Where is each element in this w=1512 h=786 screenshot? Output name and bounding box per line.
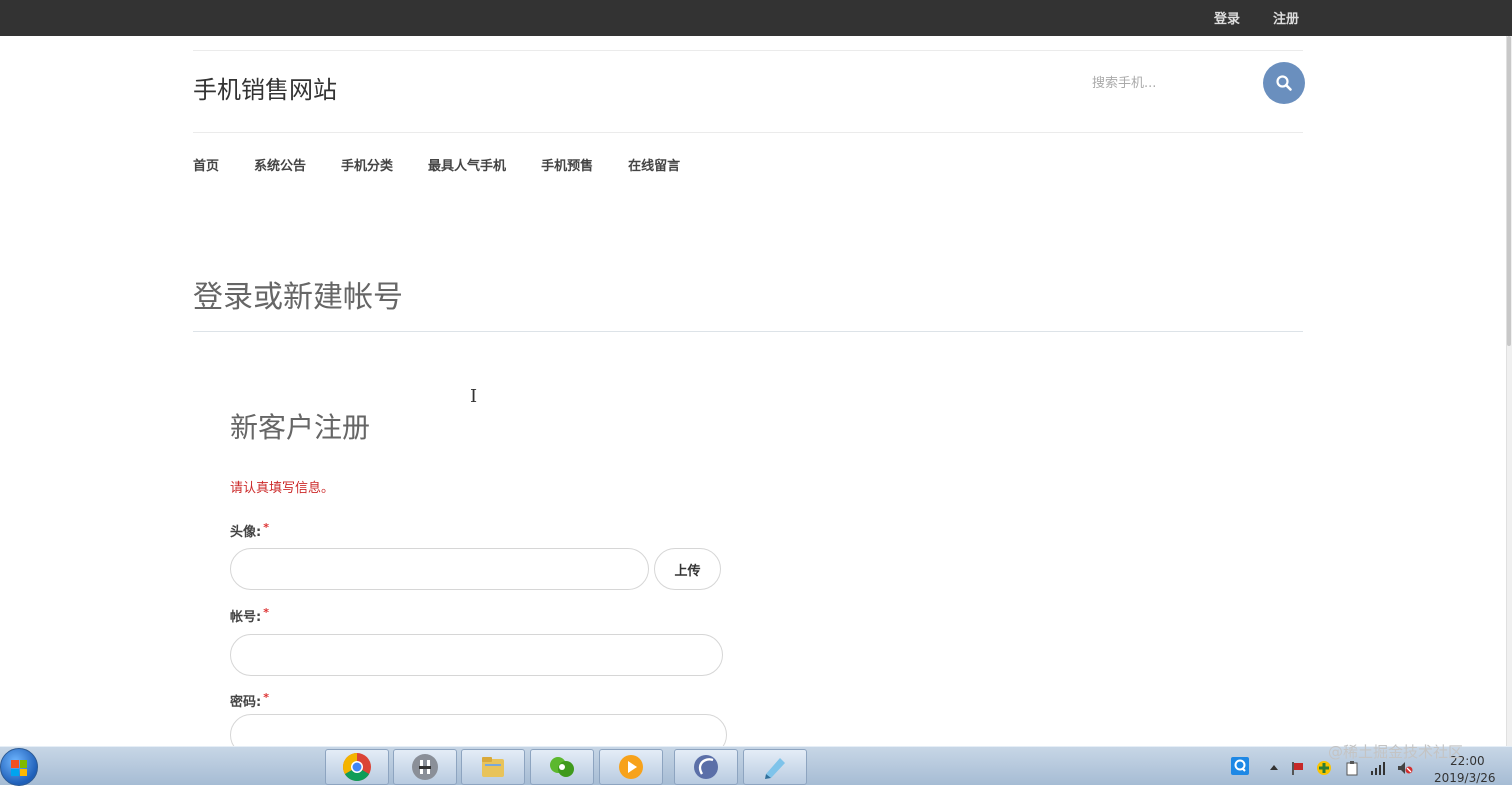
tool-app-icon (412, 754, 438, 780)
main-nav: 首页 系统公告 手机分类 最具人气手机 手机预售 在线留言 (193, 155, 715, 174)
header-bottom-divider (193, 132, 1303, 133)
required-mark: * (263, 521, 269, 534)
password-label-text: 密码: (230, 695, 262, 710)
green-app-icon (550, 757, 574, 777)
text-cursor-icon: I (470, 386, 478, 407)
security-tray-icon[interactable] (1316, 760, 1332, 776)
search-input[interactable] (1086, 64, 1256, 102)
top-bar: 登录 注册 (0, 0, 1512, 36)
title-divider (193, 331, 1303, 332)
form-title: 新客户注册 (230, 411, 371, 444)
windows-logo-icon (11, 760, 27, 776)
chrome-icon (343, 753, 371, 781)
upload-button[interactable]: 上传 (654, 548, 721, 590)
editor-icon (765, 758, 785, 779)
nav-categories[interactable]: 手机分类 (341, 155, 393, 174)
folder-icon (482, 757, 504, 777)
nav-presale[interactable]: 手机预售 (541, 155, 593, 174)
avatar-label-text: 头像: (230, 525, 262, 540)
taskbar-eclipse[interactable] (674, 749, 738, 785)
account-label: 帐号: * (230, 606, 269, 625)
page-title: 登录或新建帐号 (193, 280, 403, 315)
search-icon (1276, 75, 1292, 91)
show-hidden-icons-icon[interactable] (1266, 760, 1282, 776)
account-field[interactable] (230, 634, 723, 676)
nav-messages[interactable]: 在线留言 (628, 155, 680, 174)
clipboard-tray-icon[interactable] (1344, 760, 1360, 776)
volume-muted-icon[interactable] (1397, 760, 1413, 776)
required-mark: * (263, 691, 269, 704)
search-button[interactable] (1263, 62, 1305, 104)
network-signal-icon[interactable] (1370, 760, 1386, 776)
media-player-icon (619, 755, 643, 779)
taskbar-chrome[interactable] (325, 749, 389, 785)
taskbar-editor[interactable] (743, 749, 807, 785)
qq-tray-icon[interactable] (1231, 757, 1249, 775)
avatar-field[interactable] (230, 548, 649, 590)
password-label: 密码: * (230, 691, 269, 710)
start-button[interactable] (0, 748, 38, 786)
taskbar-app-2[interactable] (393, 749, 457, 785)
taskbar-app-4[interactable] (530, 749, 594, 785)
taskbar-media-player[interactable] (599, 749, 663, 785)
site-title[interactable]: 手机销售网站 (193, 70, 337, 105)
action-center-flag-icon[interactable] (1290, 760, 1306, 776)
eclipse-icon (694, 755, 718, 779)
login-link[interactable]: 登录 (1214, 8, 1240, 27)
taskbar-explorer[interactable] (461, 749, 525, 785)
taskbar: 22:00 2019/3/26 (0, 746, 1512, 786)
nav-home[interactable]: 首页 (193, 155, 219, 174)
register-link[interactable]: 注册 (1273, 8, 1299, 27)
nav-popular[interactable]: 最具人气手机 (428, 155, 506, 174)
required-mark: * (263, 606, 269, 619)
watermark: @稀土掘金技术社区 (1328, 743, 1464, 761)
nav-announcements[interactable]: 系统公告 (254, 155, 306, 174)
clock-date[interactable]: 2019/3/26 (1434, 771, 1496, 785)
scrollbar-thumb[interactable] (1507, 36, 1511, 346)
form-note: 请认真填写信息。 (230, 481, 335, 496)
avatar-label: 头像: * (230, 521, 269, 540)
header-top-divider (193, 50, 1303, 51)
account-label-text: 帐号: (230, 610, 262, 625)
page-scrollbar[interactable] (1506, 36, 1512, 746)
